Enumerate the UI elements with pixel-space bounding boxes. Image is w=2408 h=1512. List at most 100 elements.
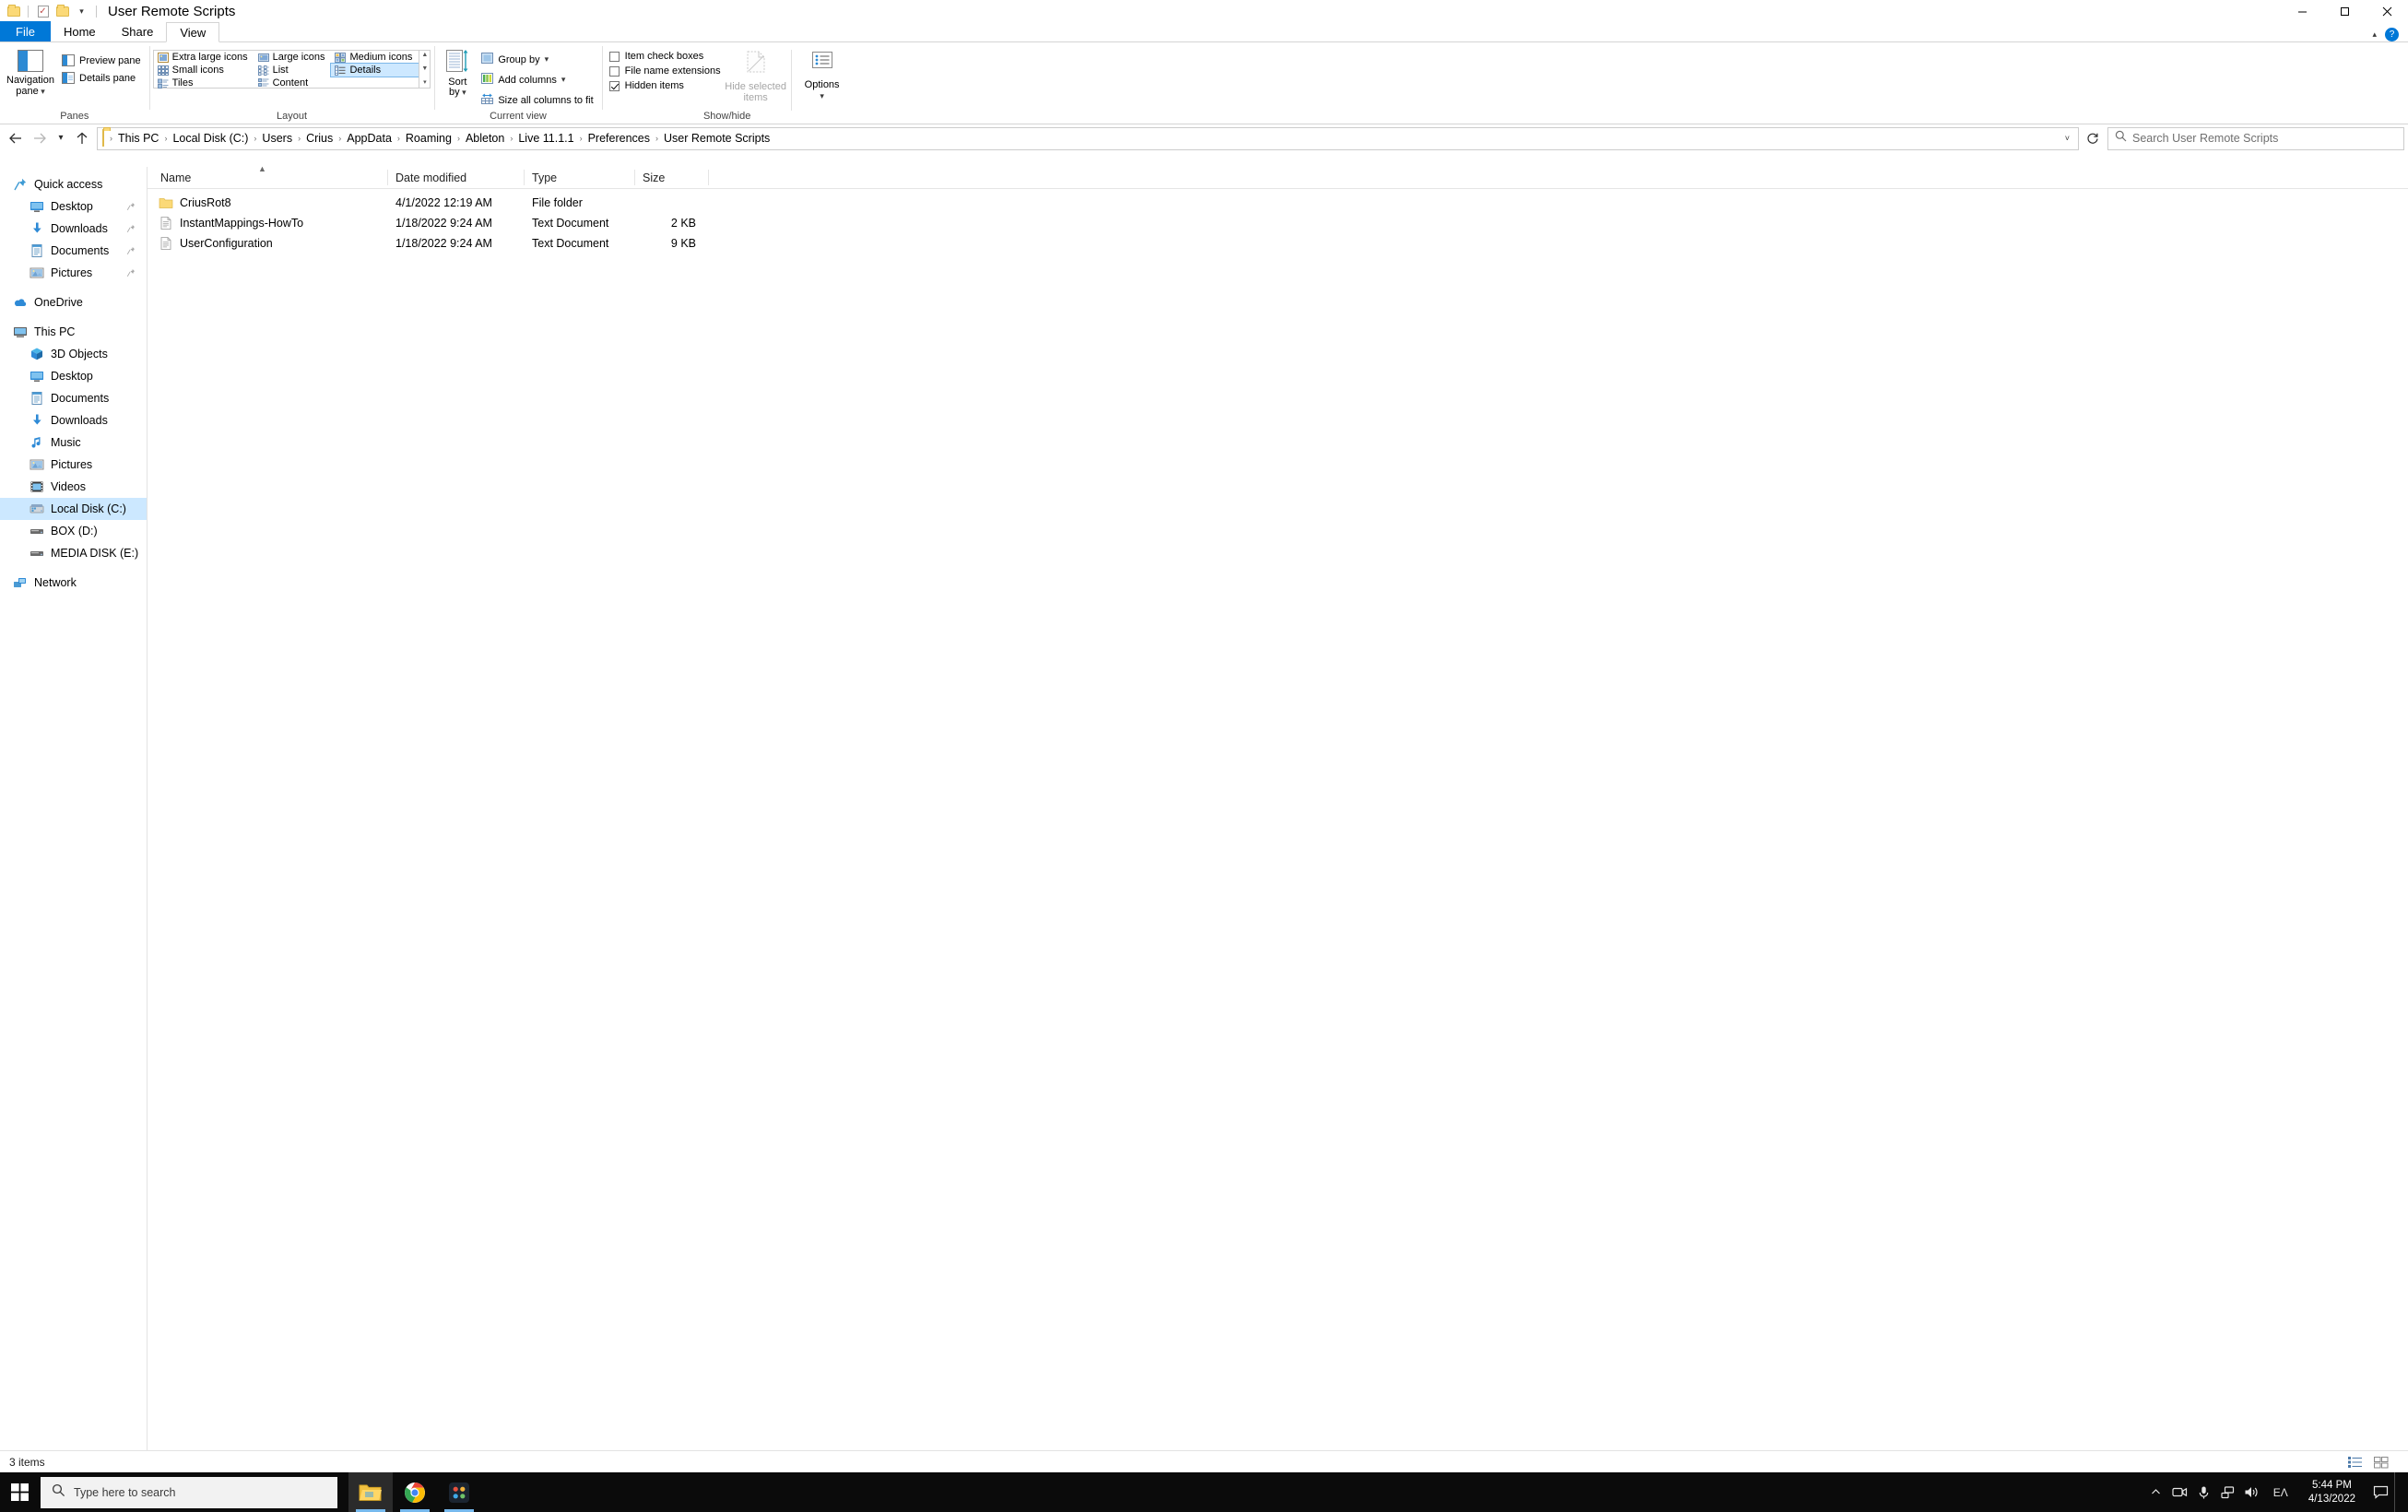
sidebar-item-pictures-quick[interactable]: Pictures xyxy=(0,262,147,284)
tab-view[interactable]: View xyxy=(166,22,220,42)
breadcrumb[interactable]: › This PC › Local Disk (C:) › Users › Cr… xyxy=(97,126,2079,150)
add-columns-caret-icon[interactable]: ▾ xyxy=(561,76,566,84)
layout-extra-large-icons[interactable]: Extra large icons xyxy=(154,51,254,64)
breadcrumb-user-remote-scripts[interactable]: User Remote Scripts xyxy=(660,130,773,147)
up-button[interactable] xyxy=(70,126,94,150)
breadcrumb-separator[interactable]: › xyxy=(336,134,343,143)
item-check-boxes-checkbox[interactable]: Item check boxes xyxy=(606,49,725,64)
table-row[interactable]: CriusRot8 4/1/2022 12:19 AM File folder xyxy=(148,193,2408,213)
navigation-pane-caret-icon[interactable]: ▾ xyxy=(39,87,45,96)
sort-by-caret-icon[interactable]: ▾ xyxy=(460,88,466,97)
layout-content[interactable]: Content xyxy=(254,77,332,89)
breadcrumb-separator[interactable]: › xyxy=(395,134,402,143)
sidebar-item-downloads-quick[interactable]: Downloads xyxy=(0,218,147,240)
language-indicator[interactable]: EΛ xyxy=(2264,1486,2297,1499)
refresh-button[interactable] xyxy=(2082,127,2104,150)
sidebar-item-3d-objects[interactable]: 3D Objects xyxy=(0,343,147,365)
sidebar-item-documents[interactable]: Documents xyxy=(0,387,147,409)
collapse-ribbon-icon[interactable]: ▴ xyxy=(2372,30,2377,39)
davinci-resolve-taskbar-icon[interactable] xyxy=(437,1472,481,1512)
breadcrumb-separator[interactable]: › xyxy=(508,134,514,143)
breadcrumb-crius[interactable]: Crius xyxy=(302,130,336,147)
show-hidden-icons-icon[interactable] xyxy=(2144,1472,2168,1512)
maximize-button[interactable] xyxy=(2323,0,2366,22)
sidebar-item-this-pc[interactable]: This PC xyxy=(0,321,147,343)
options-caret-icon[interactable]: ▾ xyxy=(820,91,824,100)
breadcrumb-separator[interactable]: › xyxy=(252,134,258,143)
sidebar-item-local-disk-c[interactable]: Local Disk (C:) xyxy=(0,498,147,520)
hidden-items-checkbox[interactable]: Hidden items xyxy=(606,78,725,93)
breadcrumb-live-1111[interactable]: Live 11.1.1 xyxy=(514,130,577,147)
layout-gallery-scrollbar[interactable]: ▲ ▼ ▾ xyxy=(419,50,431,89)
show-desktop-button[interactable] xyxy=(2394,1472,2402,1512)
start-button[interactable] xyxy=(0,1472,39,1512)
network-tray-icon[interactable] xyxy=(2216,1472,2240,1512)
sidebar-item-videos[interactable]: Videos xyxy=(0,476,147,498)
tab-home[interactable]: Home xyxy=(51,21,109,41)
breadcrumb-separator[interactable]: › xyxy=(162,134,169,143)
breadcrumb-separator[interactable]: › xyxy=(654,134,660,143)
sidebar-item-onedrive[interactable]: OneDrive xyxy=(0,291,147,313)
column-header-size[interactable]: Size xyxy=(635,170,709,185)
breadcrumb-roaming[interactable]: Roaming xyxy=(402,130,455,147)
minimize-button[interactable] xyxy=(2281,0,2323,22)
group-by-button[interactable]: Group by ▾ xyxy=(477,50,597,69)
tab-file[interactable]: File xyxy=(0,21,51,41)
layout-details[interactable]: Details xyxy=(330,63,420,77)
size-all-columns-button[interactable]: Size all columns to fit xyxy=(477,90,597,110)
navigation-pane-button[interactable]: Navigation pane ▾ xyxy=(4,46,57,97)
column-header-name[interactable]: ▲ Name xyxy=(153,164,388,185)
breadcrumb-separator[interactable]: › xyxy=(578,134,584,143)
sidebar-item-desktop[interactable]: Desktop xyxy=(0,365,147,387)
table-row[interactable]: InstantMappings-HowTo 1/18/2022 9:24 AM … xyxy=(148,213,2408,233)
folder-icon[interactable] xyxy=(6,4,21,19)
layout-small-icons[interactable]: Small icons xyxy=(154,64,254,77)
sidebar-item-music[interactable]: Music xyxy=(0,431,147,454)
table-row[interactable]: UserConfiguration 1/18/2022 9:24 AM Text… xyxy=(148,233,2408,254)
preview-pane-button[interactable]: Preview pane xyxy=(57,52,146,69)
sort-by-button[interactable]: Sort by ▾ xyxy=(438,46,477,98)
sidebar-item-desktop-quick[interactable]: Desktop xyxy=(0,195,147,218)
navigation-pane[interactable]: Quick access Desktop Downloads Documents… xyxy=(0,167,148,1450)
group-by-caret-icon[interactable]: ▾ xyxy=(545,55,549,64)
microphone-icon[interactable] xyxy=(2192,1472,2216,1512)
file-explorer-taskbar-icon[interactable] xyxy=(348,1472,393,1512)
layout-tiles[interactable]: Tiles xyxy=(154,77,254,89)
breadcrumb-folder-icon[interactable] xyxy=(102,129,104,147)
help-icon[interactable]: ? xyxy=(2385,28,2399,41)
properties-icon[interactable]: ✓ xyxy=(35,4,51,19)
back-button[interactable] xyxy=(4,126,28,150)
details-pane-button[interactable]: Details pane xyxy=(57,69,146,87)
breadcrumb-this-pc[interactable]: This PC xyxy=(114,130,162,147)
column-header-type[interactable]: Type xyxy=(525,170,635,185)
camera-icon[interactable] xyxy=(2168,1472,2192,1512)
gallery-scroll-up-icon[interactable]: ▲ xyxy=(421,52,428,59)
options-button[interactable]: Options ▾ xyxy=(796,46,849,101)
sidebar-item-downloads[interactable]: Downloads xyxy=(0,409,147,431)
breadcrumb-local-disk-c[interactable]: Local Disk (C:) xyxy=(169,130,252,147)
column-header-date-modified[interactable]: Date modified xyxy=(388,170,525,185)
customize-caret-icon[interactable]: ▾ xyxy=(74,4,89,19)
breadcrumb-separator[interactable]: › xyxy=(296,134,302,143)
breadcrumb-appdata[interactable]: AppData xyxy=(343,130,395,147)
sidebar-item-network[interactable]: Network xyxy=(0,572,147,594)
breadcrumb-separator[interactable]: › xyxy=(455,134,462,143)
hide-selected-items-button[interactable]: Hide selected items xyxy=(725,46,787,103)
gallery-scroll-more-icon[interactable]: ▾ xyxy=(423,79,427,87)
layout-large-icons[interactable]: Large icons xyxy=(254,51,332,64)
sidebar-item-pictures[interactable]: Pictures xyxy=(0,454,147,476)
taskbar-search-input[interactable]: Type here to search xyxy=(41,1476,337,1508)
sidebar-item-box-d[interactable]: BOX (D:) xyxy=(0,520,147,542)
breadcrumb-ableton[interactable]: Ableton xyxy=(462,130,508,147)
large-icons-view-button[interactable] xyxy=(2373,1455,2390,1470)
recent-locations-button[interactable]: ▾ xyxy=(52,126,70,150)
gallery-scroll-down-icon[interactable]: ▼ xyxy=(421,65,428,73)
layout-medium-icons[interactable]: Medium icons xyxy=(331,51,419,64)
breadcrumb-preferences[interactable]: Preferences xyxy=(584,130,654,147)
forward-button[interactable] xyxy=(28,126,52,150)
chrome-taskbar-icon[interactable] xyxy=(393,1472,437,1512)
sidebar-item-documents-quick[interactable]: Documents xyxy=(0,240,147,262)
file-list[interactable]: CriusRot8 4/1/2022 12:19 AM File folder … xyxy=(148,189,2408,1450)
notifications-icon[interactable] xyxy=(2367,1472,2394,1512)
layout-list[interactable]: List xyxy=(254,64,332,77)
